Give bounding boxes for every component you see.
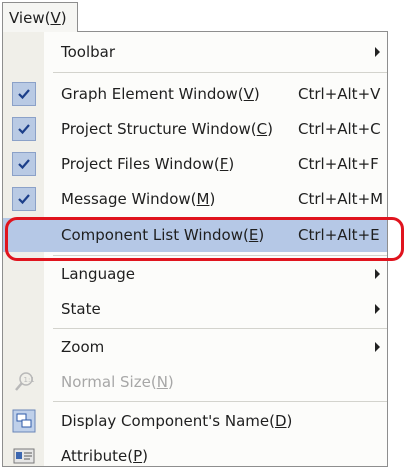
menu-item-label: Message Window(M) bbox=[61, 190, 216, 208]
menu-item-graph-element-window[interactable]: Graph Element Window(V) Ctrl+Alt+V bbox=[3, 77, 387, 111]
menu-item-attribute[interactable]: Attribute(P) bbox=[3, 439, 387, 473]
submenu-arrow-icon bbox=[375, 342, 380, 352]
component-name-icon bbox=[12, 409, 36, 433]
menu-item-label: Attribute(P) bbox=[61, 447, 148, 465]
attribute-icon bbox=[12, 444, 36, 468]
checkmark-icon bbox=[12, 82, 36, 106]
menu-item-toolbar[interactable]: Toolbar bbox=[3, 35, 387, 69]
menu-item-shortcut: Ctrl+Alt+M bbox=[298, 190, 384, 208]
svg-text:1:1: 1:1 bbox=[24, 376, 35, 384]
menu-view[interactable]: View(V) bbox=[2, 2, 78, 32]
menu-item-project-structure-window[interactable]: Project Structure Window(C) Ctrl+Alt+C bbox=[3, 112, 387, 146]
menu-item-message-window[interactable]: Message Window(M) Ctrl+Alt+M bbox=[3, 182, 387, 216]
menu-item-state[interactable]: State bbox=[3, 292, 387, 326]
menu-item-label: Project Files Window(F) bbox=[61, 155, 235, 173]
menu-item-project-files-window[interactable]: Project Files Window(F) Ctrl+Alt+F bbox=[3, 147, 387, 181]
menu-item-language[interactable]: Language bbox=[3, 257, 387, 291]
menu-item-label: Toolbar bbox=[61, 43, 116, 61]
menu-item-label: Project Structure Window(C) bbox=[61, 120, 273, 138]
highlight-callout bbox=[5, 217, 404, 261]
submenu-arrow-icon bbox=[375, 304, 380, 314]
menu-item-shortcut: Ctrl+Alt+F bbox=[298, 155, 379, 173]
submenu-arrow-icon bbox=[375, 47, 380, 57]
checkmark-icon bbox=[12, 152, 36, 176]
zoom-magnifier-icon: 1:1 bbox=[12, 370, 36, 394]
menu-item-shortcut: Ctrl+Alt+C bbox=[298, 120, 381, 138]
menu-item-zoom[interactable]: Zoom bbox=[3, 330, 387, 364]
submenu-arrow-icon bbox=[375, 269, 380, 279]
menu-item-label: Normal Size(N) bbox=[61, 373, 174, 391]
menu-separator bbox=[53, 401, 387, 402]
menu-item-label: Zoom bbox=[61, 338, 105, 356]
menu-item-label: Graph Element Window(V) bbox=[61, 85, 260, 103]
menu-item-label: Display Component's Name(D) bbox=[61, 412, 293, 430]
menu-separator bbox=[53, 72, 387, 73]
menu-item-shortcut: Ctrl+Alt+V bbox=[298, 85, 381, 103]
menu-item-display-component-name[interactable]: Display Component's Name(D) bbox=[3, 404, 387, 438]
checkmark-icon bbox=[12, 187, 36, 211]
checkmark-icon bbox=[12, 117, 36, 141]
menu-separator bbox=[53, 328, 387, 329]
menu-view-label: View(V) bbox=[9, 9, 67, 27]
menu-item-label: Language bbox=[61, 265, 136, 283]
menu-item-label: State bbox=[61, 300, 101, 318]
menu-item-normal-size: 1:1 Normal Size(N) bbox=[3, 365, 387, 399]
